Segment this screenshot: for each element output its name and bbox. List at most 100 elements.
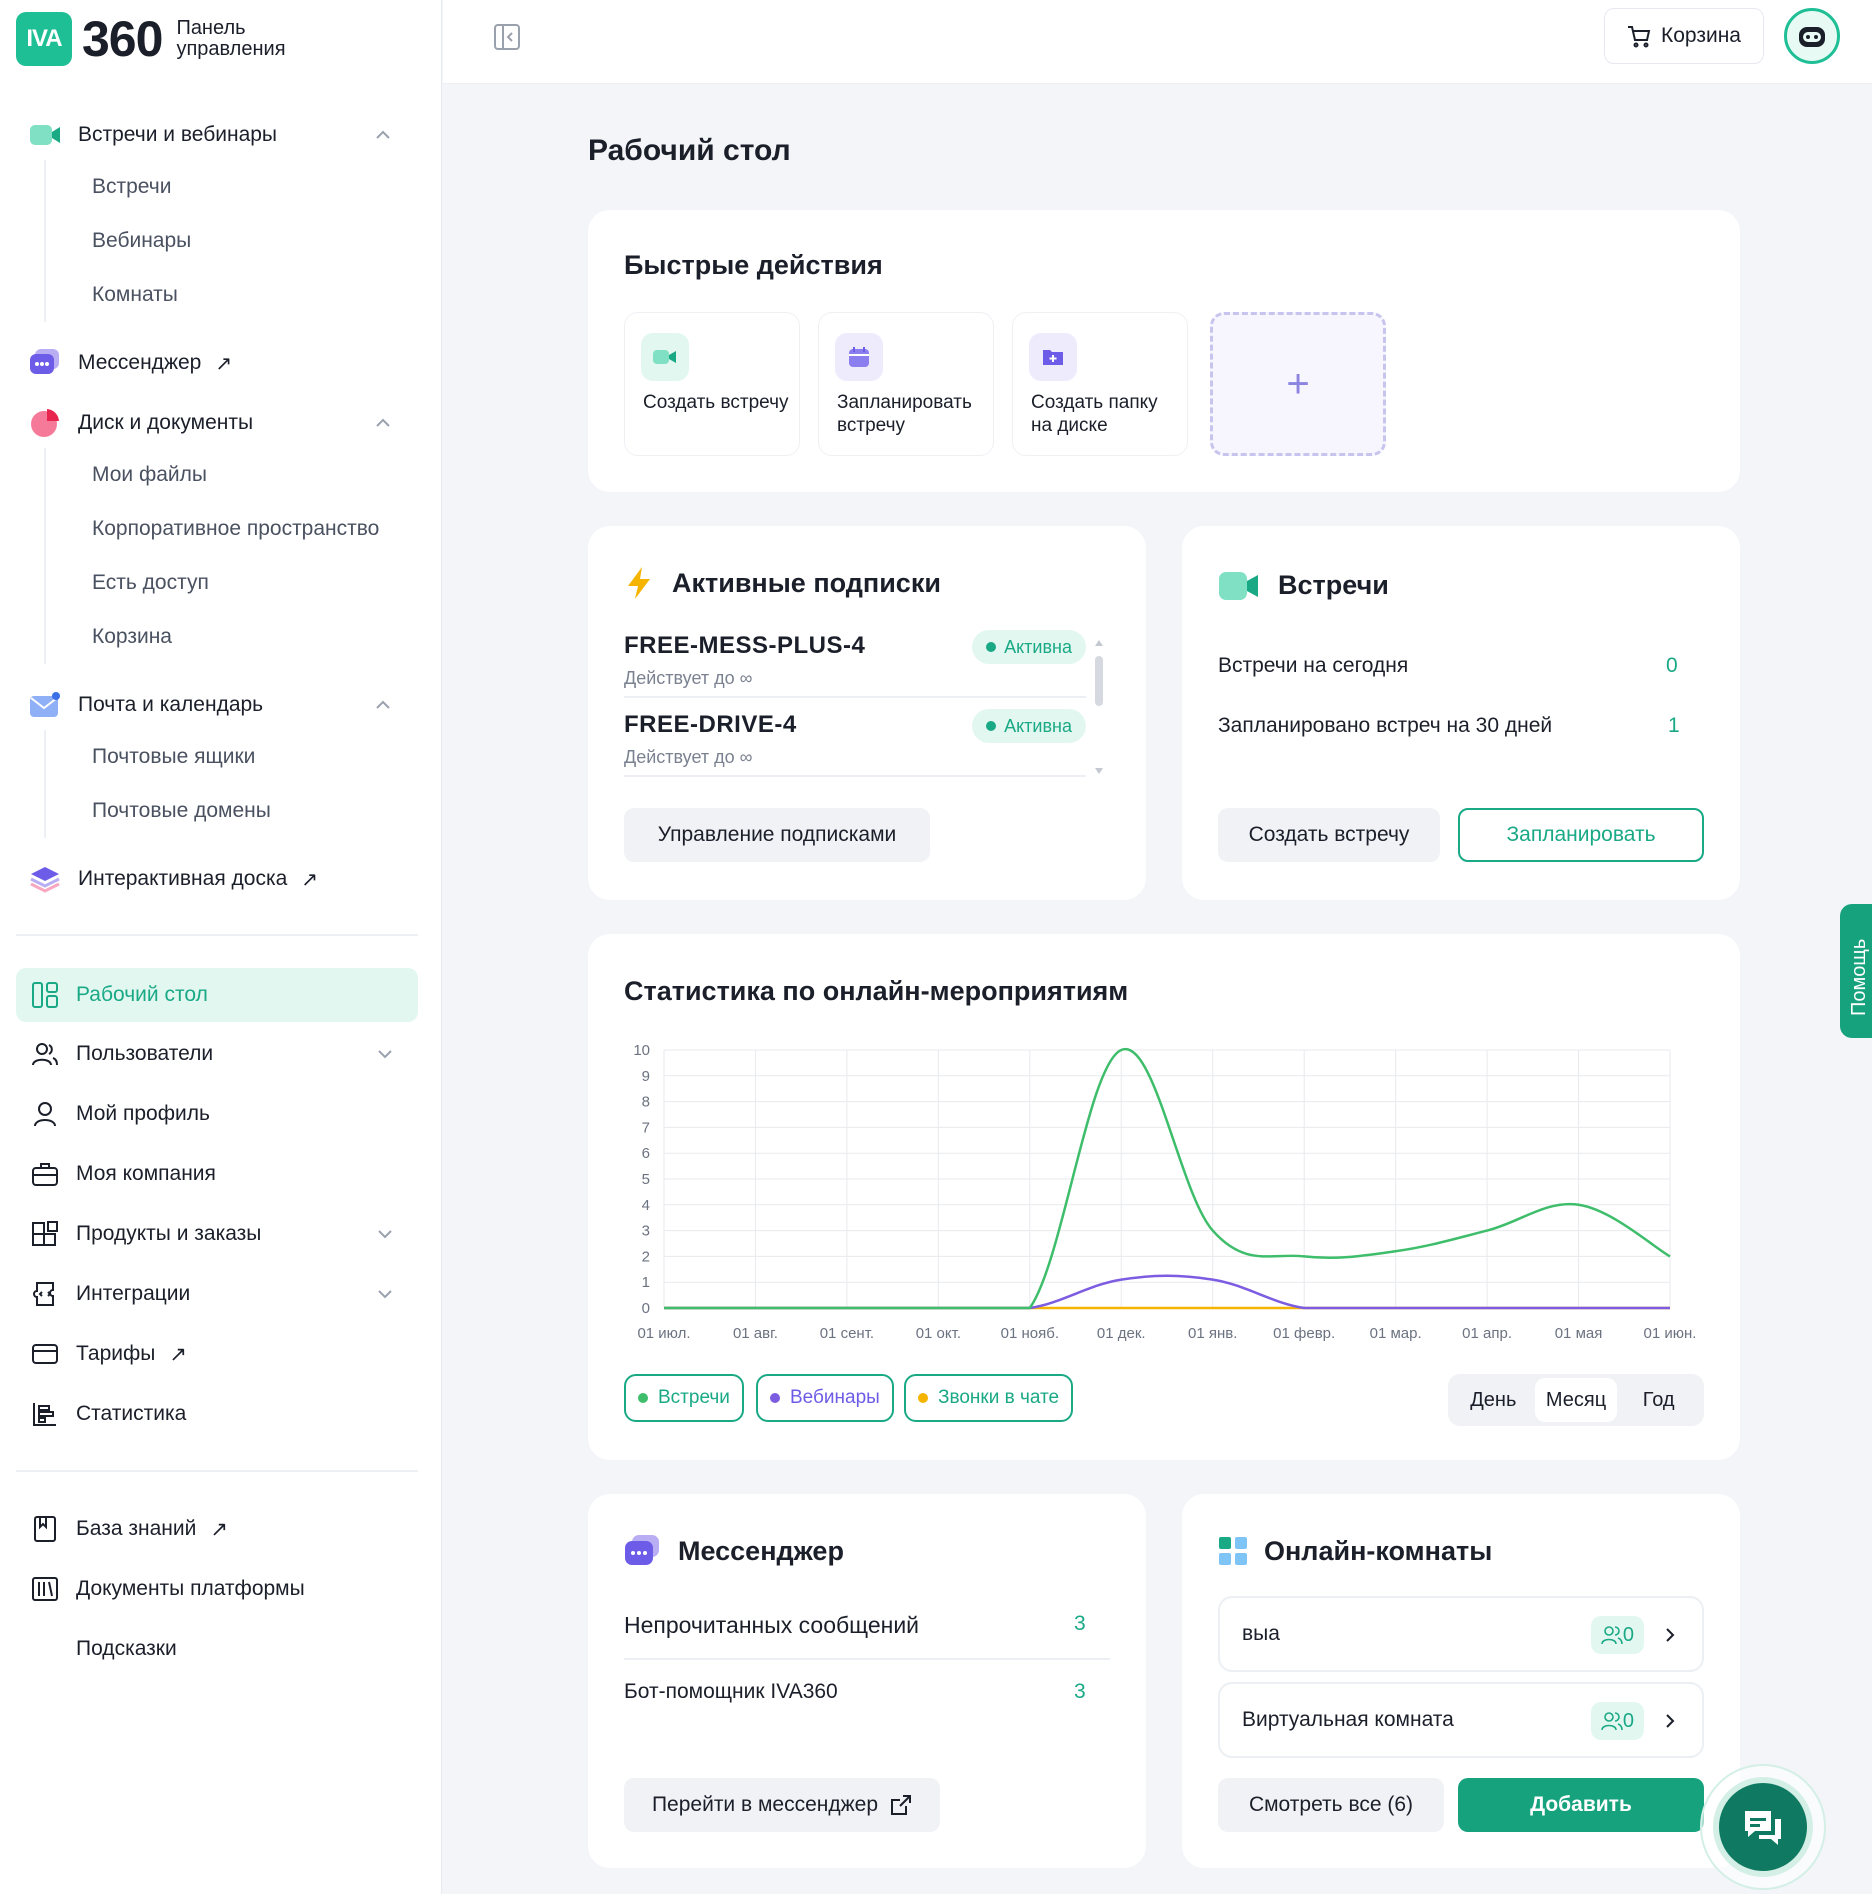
sidebar-item-label: Тарифы — [76, 1342, 156, 1365]
chevron-right-icon — [1666, 1714, 1675, 1728]
calendar-icon — [835, 333, 883, 381]
schedule-meeting-button[interactable]: Запланировать — [1458, 808, 1704, 862]
quick-actions-title: Быстрые действия — [624, 250, 883, 280]
legend-meetings[interactable]: Встречи — [624, 1374, 744, 1422]
nav-head-meetings-label: Встречи и вебинары — [78, 123, 278, 146]
legend-dot — [918, 1393, 928, 1403]
topbar: Корзина — [443, 0, 1872, 84]
status-dot — [986, 642, 997, 652]
chevron-down-icon[interactable] — [374, 1283, 396, 1305]
chat-support-button[interactable] — [1700, 1764, 1826, 1890]
nav-head-messenger[interactable]: Мессенджер ↗ — [0, 338, 442, 388]
sidebar-item-mail-domains[interactable]: Почтовые домены — [46, 784, 442, 838]
quick-action-create-folder[interactable]: Создать папку на диске — [1012, 312, 1188, 456]
sidebar-item-label: Статистика — [76, 1402, 187, 1425]
sidebar-item-shared[interactable]: Есть доступ — [46, 556, 442, 610]
sidebar-item-my-files[interactable]: Мои файлы — [46, 448, 442, 502]
x-tick-label: 01 апр. — [1462, 1325, 1512, 1342]
unread-label: Непрочитанных сообщений — [624, 1612, 920, 1638]
chevron-up-icon[interactable] — [372, 694, 394, 716]
x-tick-label: 01 нояб. — [1001, 1325, 1059, 1342]
meetings-title: Встречи — [1278, 570, 1389, 600]
cart-button[interactable]: Корзина — [1604, 8, 1764, 64]
layers-icon — [28, 864, 62, 894]
nav-group-whiteboard: Интерактивная доска ↗ — [0, 854, 442, 904]
sidebar-divider — [16, 934, 418, 936]
sidebar-item-mailboxes[interactable]: Почтовые ящики — [46, 730, 442, 784]
nav-head-whiteboard[interactable]: Интерактивная доска ↗ — [0, 854, 442, 904]
logo[interactable]: IVA 360 Панель управления — [16, 10, 286, 68]
sidebar: IVA 360 Панель управления Встречи и веби… — [0, 0, 442, 1894]
quick-action-schedule-meeting[interactable]: Запланировать встречу — [818, 312, 994, 456]
avatar[interactable] — [1784, 8, 1840, 64]
nav-head-disk[interactable]: Диск и документы — [0, 398, 442, 448]
nav-group-meetings: Встречи и вебинары Встречи Вебинары Комн… — [0, 110, 442, 322]
sidebar-item-label: Интеграции — [76, 1282, 191, 1305]
nav-head-mail[interactable]: Почта и календарь — [0, 680, 442, 730]
sidebar-item-label: Документы платформы — [76, 1577, 305, 1600]
nav-head-whiteboard-label: Интерактивная доска — [78, 867, 288, 890]
x-tick-label: 01 сент. — [820, 1325, 874, 1342]
chevron-up-icon[interactable] — [372, 124, 394, 146]
period-month[interactable]: Месяц — [1534, 1378, 1618, 1422]
y-tick-label: 6 — [642, 1145, 650, 1162]
sidebar-item-tariffs[interactable]: Тарифы ↗ — [16, 1327, 418, 1381]
sidebar-item-dashboard[interactable]: Рабочий стол — [16, 968, 418, 1022]
video-camera-icon — [28, 120, 62, 150]
sidebar-item-products[interactable]: Продукты и заказы — [16, 1207, 418, 1261]
sub-list-mail: Почтовые ящики Почтовые домены — [44, 730, 442, 838]
help-tab[interactable]: Помощь — [1840, 904, 1872, 1038]
external-link-icon — [891, 1795, 912, 1815]
sidebar-item-trash[interactable]: Корзина — [46, 610, 442, 664]
sidebar-item-company[interactable]: Моя компания — [16, 1147, 418, 1201]
chevron-down-icon[interactable] — [374, 1043, 396, 1065]
legend-webinars[interactable]: Вебинары — [756, 1374, 894, 1422]
y-tick-label: 8 — [642, 1094, 650, 1111]
period-day[interactable]: День — [1452, 1378, 1535, 1422]
page-title: Рабочий стол — [588, 134, 791, 167]
period-year[interactable]: Год — [1617, 1378, 1700, 1422]
sidebar-item-tips[interactable]: Подсказки — [16, 1622, 418, 1676]
chevron-up-icon[interactable] — [372, 412, 394, 434]
users-icon — [30, 1039, 60, 1069]
sidebar-item-platform-docs[interactable]: Документы платформы — [16, 1562, 418, 1616]
quick-action-label: Создать встречу — [643, 392, 789, 413]
quick-action-create-meeting[interactable]: Создать встречу — [624, 312, 800, 456]
x-tick-label: 01 февр. — [1273, 1325, 1335, 1342]
external-link-icon: ↗ — [169, 1342, 187, 1366]
create-meeting-button[interactable]: Создать встречу — [1218, 808, 1440, 862]
sidebar-item-users[interactable]: Пользователи — [16, 1027, 418, 1081]
sidebar-item-rooms[interactable]: Комнаты — [46, 268, 442, 322]
unread-value: 3 — [1074, 1612, 1086, 1635]
sidebar-item-webinars[interactable]: Вебинары — [46, 214, 442, 268]
sidebar-item-corporate-space[interactable]: Корпоративное пространство — [46, 502, 442, 556]
add-room-button[interactable]: Добавить — [1458, 1778, 1704, 1832]
bot-value: 3 — [1074, 1680, 1086, 1703]
manage-subscriptions-button[interactable]: Управление подписками — [624, 808, 930, 862]
sidebar-item-integrations[interactable]: Интеграции — [16, 1267, 418, 1321]
external-link-icon: ↗ — [215, 352, 233, 375]
sidebar-item-statistics[interactable]: Статистика — [16, 1387, 418, 1441]
statistics-icon — [30, 1399, 60, 1429]
x-tick-label: 01 дек. — [1097, 1325, 1146, 1342]
collapse-sidebar-icon[interactable] — [493, 22, 521, 52]
sidebar-item-meetings[interactable]: Встречи — [46, 160, 442, 214]
tips-icon — [30, 1634, 60, 1664]
legend-chat-calls[interactable]: Звонки в чате — [904, 1374, 1074, 1422]
sidebar-item-knowledge-base[interactable]: База знаний ↗ — [16, 1502, 418, 1556]
sidebar-item-profile[interactable]: Мой профиль — [16, 1087, 418, 1141]
view-all-rooms-button[interactable]: Смотреть все (6) — [1218, 1778, 1444, 1832]
scrollbar[interactable] — [1092, 636, 1106, 778]
row-divider — [624, 1658, 1110, 1660]
open-messenger-button[interactable]: Перейти в мессенджер — [624, 1778, 940, 1832]
lightning-icon — [628, 567, 650, 599]
nav-head-meetings[interactable]: Встречи и вебинары — [0, 110, 442, 160]
add-quick-action-button[interactable]: + — [1210, 312, 1386, 456]
open-messenger-label: Перейти в мессенджер — [651, 1793, 879, 1816]
logo-text: Панель управления — [176, 17, 286, 60]
room-row[interactable]: Виртуальная комната 0 — [1218, 1682, 1704, 1758]
sidebar-item-label: Подсказки — [76, 1637, 177, 1660]
x-tick-label: 01 мар. — [1370, 1325, 1422, 1342]
chevron-down-icon[interactable] — [374, 1223, 396, 1245]
room-row[interactable]: выа 0 — [1218, 1596, 1704, 1672]
